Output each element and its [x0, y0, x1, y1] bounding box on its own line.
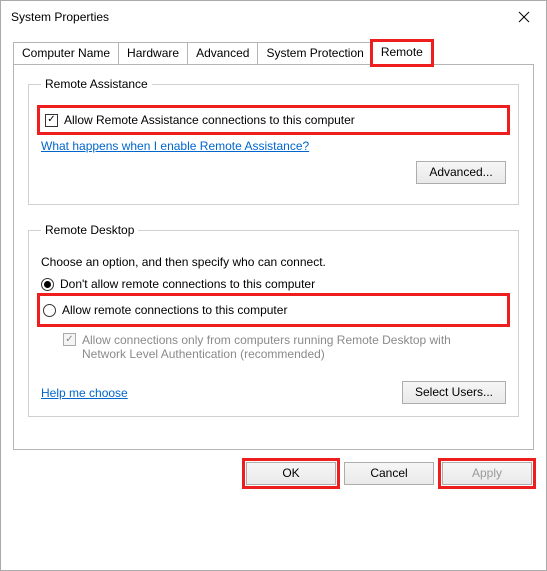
ok-button[interactable]: OK: [246, 462, 336, 485]
radio-deny-row: Don't allow remote connections to this c…: [41, 277, 506, 291]
tab-hardware[interactable]: Hardware: [118, 42, 188, 64]
allow-remote-assistance-row: ✓ Allow Remote Assistance connections to…: [41, 109, 506, 131]
radio-dot-icon: [44, 281, 51, 288]
radio-allow-label: Allow remote connections to this compute…: [62, 303, 287, 317]
titlebar: System Properties: [1, 1, 546, 33]
allow-remote-assistance-label: Allow Remote Assistance connections to t…: [64, 113, 355, 127]
remote-desktop-intro: Choose an option, and then specify who c…: [41, 255, 506, 269]
select-users-button[interactable]: Select Users...: [402, 381, 506, 404]
group-remote-desktop-label: Remote Desktop: [41, 223, 138, 237]
radio-deny[interactable]: [41, 278, 54, 291]
tab-computer-name[interactable]: Computer Name: [13, 42, 119, 64]
allow-remote-assistance-checkbox[interactable]: ✓: [45, 114, 58, 127]
close-button[interactable]: [501, 2, 546, 32]
dialog-footer: OK Cancel Apply: [1, 450, 546, 497]
tab-advanced[interactable]: Advanced: [187, 42, 258, 64]
apply-button[interactable]: Apply: [442, 462, 532, 485]
group-remote-assistance-label: Remote Assistance: [41, 77, 152, 91]
radio-deny-label: Don't allow remote connections to this c…: [60, 277, 315, 291]
tab-panel-remote: Remote Assistance ✓ Allow Remote Assista…: [13, 65, 534, 450]
group-remote-desktop: Remote Desktop Choose an option, and the…: [28, 223, 519, 417]
nla-label: Allow connections only from computers ru…: [82, 333, 482, 361]
check-icon: ✓: [65, 335, 73, 345]
tab-strip: Computer Name Hardware Advanced System P…: [13, 41, 534, 65]
tab-remote[interactable]: Remote: [372, 41, 432, 65]
remote-desktop-bottom-row: Help me choose Select Users...: [41, 381, 506, 404]
radio-allow-row: Allow remote connections to this compute…: [41, 297, 506, 323]
close-icon: [518, 11, 530, 23]
advanced-button[interactable]: Advanced...: [416, 161, 506, 184]
group-remote-assistance: Remote Assistance ✓ Allow Remote Assista…: [28, 77, 519, 205]
check-icon: ✓: [47, 115, 55, 125]
remote-assistance-help-link[interactable]: What happens when I enable Remote Assist…: [41, 139, 309, 153]
cancel-button[interactable]: Cancel: [344, 462, 434, 485]
nla-checkbox: ✓: [63, 333, 76, 346]
window-title: System Properties: [11, 10, 109, 24]
radio-allow[interactable]: [43, 304, 56, 317]
help-me-choose-link[interactable]: Help me choose: [41, 386, 128, 400]
nla-row: ✓ Allow connections only from computers …: [63, 333, 506, 361]
tab-system-protection[interactable]: System Protection: [257, 42, 372, 64]
system-properties-window: System Properties Computer Name Hardware…: [0, 0, 547, 571]
